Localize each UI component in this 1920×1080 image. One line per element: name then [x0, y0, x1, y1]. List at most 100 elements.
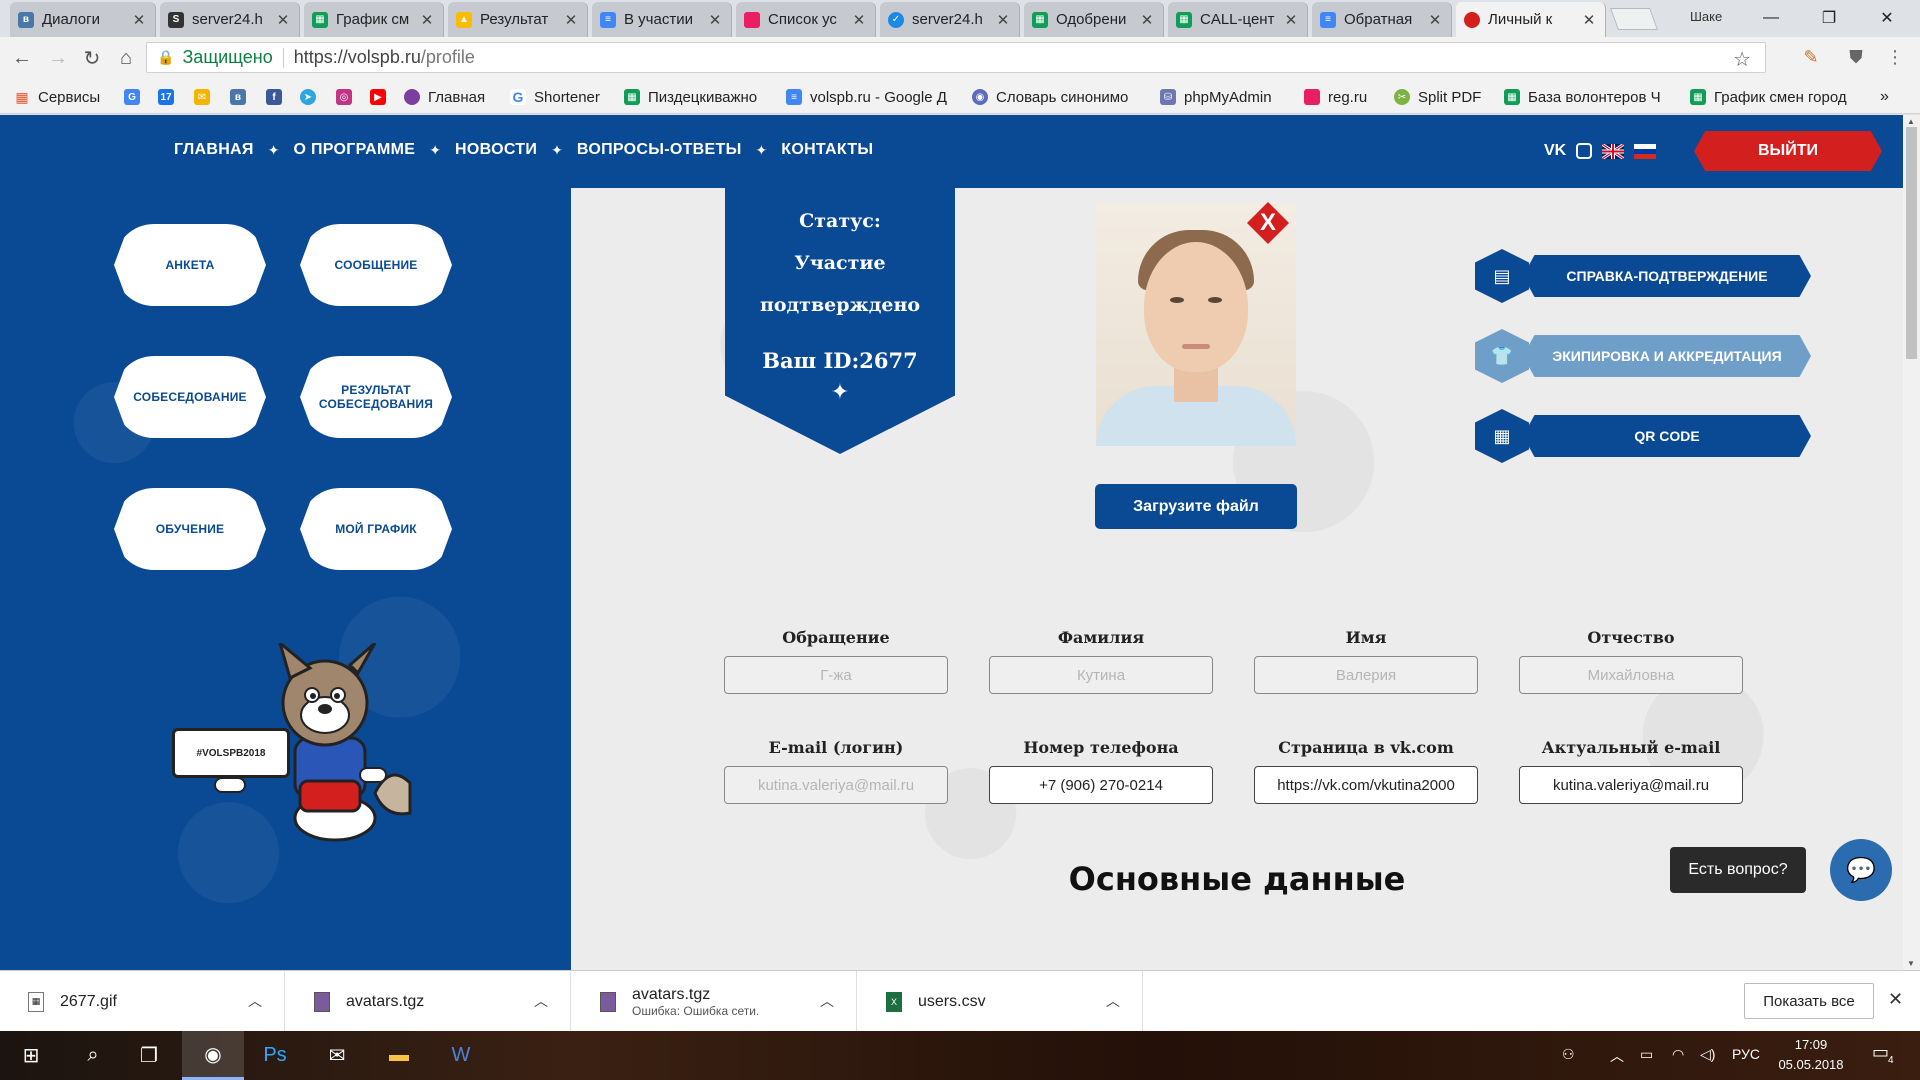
- close-icon[interactable]: ✕: [1139, 11, 1155, 29]
- menu-questionnaire[interactable]: АНКЕТА: [114, 224, 266, 306]
- more-bookmarks-icon[interactable]: »: [1880, 87, 1889, 107]
- tray-chevron-icon[interactable]: ︿: [1610, 1046, 1624, 1066]
- page-scrollbar[interactable]: ▲ ▼: [1903, 115, 1920, 970]
- vk-icon[interactable]: VK: [1544, 142, 1566, 160]
- close-icon[interactable]: ✕: [1888, 989, 1903, 1010]
- bookmark-glavnaya[interactable]: Главная: [404, 87, 485, 107]
- close-icon[interactable]: ✕: [995, 11, 1011, 29]
- logout-button[interactable]: ВЫЙТИ: [1694, 131, 1882, 171]
- close-icon[interactable]: ✕: [419, 11, 435, 29]
- field-vk-page[interactable]: https://vk.com/vkutina2000: [1254, 766, 1478, 804]
- bookmark-splitpdf[interactable]: ✂ Split PDF: [1394, 87, 1481, 107]
- close-icon[interactable]: ✕: [131, 11, 147, 29]
- extension-icon[interactable]: ✎: [1800, 46, 1822, 68]
- close-icon[interactable]: ✕: [563, 11, 579, 29]
- scroll-down-icon[interactable]: ▼: [1907, 959, 1915, 968]
- file-explorer-icon[interactable]: ▬: [368, 1031, 430, 1080]
- restore-button[interactable]: ❐: [1806, 4, 1852, 32]
- close-icon[interactable]: ✕: [1283, 11, 1299, 29]
- bookmark-item[interactable]: f: [266, 87, 290, 107]
- people-icon[interactable]: ⚇: [1562, 1046, 1575, 1063]
- nav-contacts[interactable]: КОНТАКТЫ: [781, 141, 873, 159]
- bookmark-item[interactable]: ≡ volspb.ru - Google Д: [786, 87, 966, 107]
- bookmark-item[interactable]: G: [124, 87, 148, 107]
- bookmark-item[interactable]: в: [230, 87, 254, 107]
- bookmark-shortener[interactable]: G Shortener: [510, 87, 600, 107]
- menu-icon[interactable]: ⋮: [1884, 46, 1906, 68]
- browser-tab[interactable]: ▲ Результат ✕: [448, 2, 588, 37]
- nav-faq[interactable]: ВОПРОСЫ-ОТВЕТЫ: [577, 141, 742, 159]
- download-item[interactable]: avatars.tgz ︿: [286, 971, 571, 1032]
- instagram-icon[interactable]: [1576, 143, 1593, 159]
- download-item[interactable]: X users.csv ︿: [858, 971, 1143, 1032]
- bookmark-item[interactable]: ✉: [194, 87, 218, 107]
- notifications-icon[interactable]: ▭: [1872, 1042, 1889, 1063]
- browser-tab[interactable]: ▦ CALL-цент ✕: [1168, 2, 1308, 37]
- mail-icon[interactable]: ✉: [306, 1031, 368, 1080]
- action-equipment[interactable]: 👕 ЭКИПИРОВКА И АККРЕДИТАЦИЯ: [1475, 329, 1811, 383]
- menu-message[interactable]: СООБЩЕНИЕ: [300, 224, 452, 306]
- download-item-failed[interactable]: avatars.tgz Ошибка: Ошибка сети. ︿: [572, 971, 857, 1032]
- show-all-downloads-button[interactable]: Показать все: [1744, 983, 1874, 1019]
- browser-tab-active[interactable]: Личный к ✕: [1456, 2, 1606, 37]
- close-icon[interactable]: ✕: [707, 11, 723, 29]
- scroll-up-icon[interactable]: ▲: [1907, 117, 1915, 126]
- reload-icon[interactable]: ↻: [80, 46, 104, 70]
- field-current-email[interactable]: kutina.valeriya@mail.ru: [1519, 766, 1743, 804]
- ru-flag-icon[interactable]: [1634, 143, 1657, 159]
- photoshop-icon[interactable]: Ps: [244, 1031, 306, 1080]
- close-icon[interactable]: ✕: [1427, 11, 1443, 29]
- new-tab-button[interactable]: [1609, 8, 1659, 30]
- bookmark-item[interactable]: ➤: [300, 87, 324, 107]
- bookmark-item[interactable]: ▦ Пиздецкиважно: [624, 87, 757, 107]
- menu-my-schedule[interactable]: МОЙ ГРАФИК: [300, 488, 452, 570]
- task-view-icon[interactable]: ❐: [118, 1031, 180, 1080]
- address-bar[interactable]: 🔒 Защищено https://volspb.ru/profile ☆: [146, 42, 1766, 73]
- profile-button[interactable]: Шаке: [1690, 9, 1722, 24]
- action-certificate[interactable]: ▤ СПРАВКА-ПОДТВЕРЖДЕНИЕ: [1475, 249, 1811, 303]
- chevron-up-icon[interactable]: ︿: [534, 991, 548, 1011]
- field-phone[interactable]: +7 (906) 270-0214: [989, 766, 1213, 804]
- bookmark-star-icon[interactable]: ☆: [1733, 47, 1751, 72]
- bookmark-item[interactable]: ◉ Словарь синонимо: [972, 87, 1148, 107]
- download-item[interactable]: ▦ 2677.gif ︿: [0, 971, 285, 1032]
- volume-icon[interactable]: ◁): [1700, 1046, 1715, 1063]
- upload-file-button[interactable]: Загрузите файл: [1095, 484, 1297, 529]
- search-icon[interactable]: ⌕: [62, 1031, 124, 1080]
- nav-news[interactable]: НОВОСТИ: [455, 141, 537, 159]
- close-icon[interactable]: ✕: [1581, 11, 1597, 29]
- browser-tab[interactable]: ▦ График см ✕: [304, 2, 444, 37]
- bookmark-item[interactable]: ▶: [370, 87, 394, 107]
- close-window-button[interactable]: ✕: [1864, 4, 1910, 32]
- home-icon[interactable]: ⌂: [114, 46, 138, 70]
- bookmark-item[interactable]: ▦ График смен город: [1690, 87, 1860, 107]
- shield-icon[interactable]: ⛊: [1845, 46, 1867, 68]
- minimize-button[interactable]: —: [1748, 4, 1794, 32]
- chevron-up-icon[interactable]: ︿: [248, 991, 262, 1011]
- bookmark-apps[interactable]: ▦ Сервисы: [14, 87, 100, 107]
- close-icon[interactable]: ✕: [275, 11, 291, 29]
- menu-interview-result[interactable]: РЕЗУЛЬТАТ СОБЕСЕДОВАНИЯ: [300, 356, 452, 438]
- wifi-icon[interactable]: ◠: [1672, 1046, 1684, 1063]
- bookmark-item[interactable]: ▦ База волонтеров Ч: [1504, 87, 1684, 107]
- close-icon[interactable]: ✕: [851, 11, 867, 29]
- chat-button[interactable]: 💬: [1830, 839, 1892, 901]
- browser-tab[interactable]: ✓ server24.h ✕: [880, 2, 1020, 37]
- chevron-up-icon[interactable]: ︿: [1106, 991, 1120, 1011]
- battery-icon[interactable]: ▭: [1640, 1046, 1653, 1063]
- browser-tab[interactable]: ▦ Одобрени ✕: [1024, 2, 1164, 37]
- chevron-up-icon[interactable]: ︿: [820, 991, 834, 1011]
- action-qr-code[interactable]: ▦ QR CODE: [1475, 409, 1811, 463]
- browser-tab[interactable]: Список ус ✕: [736, 2, 876, 37]
- browser-tab[interactable]: ≡ В участии ✕: [592, 2, 732, 37]
- chrome-icon[interactable]: ◉: [182, 1031, 244, 1080]
- menu-training[interactable]: ОБУЧЕНИЕ: [114, 488, 266, 570]
- browser-tab[interactable]: в Диалоги ✕: [10, 2, 156, 37]
- bookmark-item[interactable]: ◎: [336, 87, 360, 107]
- bookmark-item[interactable]: 17: [158, 87, 182, 107]
- uk-flag-icon[interactable]: [1602, 143, 1625, 159]
- menu-interview[interactable]: СОБЕСЕДОВАНИЕ: [114, 356, 266, 438]
- forward-icon[interactable]: →: [46, 46, 70, 70]
- browser-tab[interactable]: S server24.h ✕: [160, 2, 300, 37]
- clock[interactable]: 17:09 05.05.2018: [1756, 1035, 1866, 1075]
